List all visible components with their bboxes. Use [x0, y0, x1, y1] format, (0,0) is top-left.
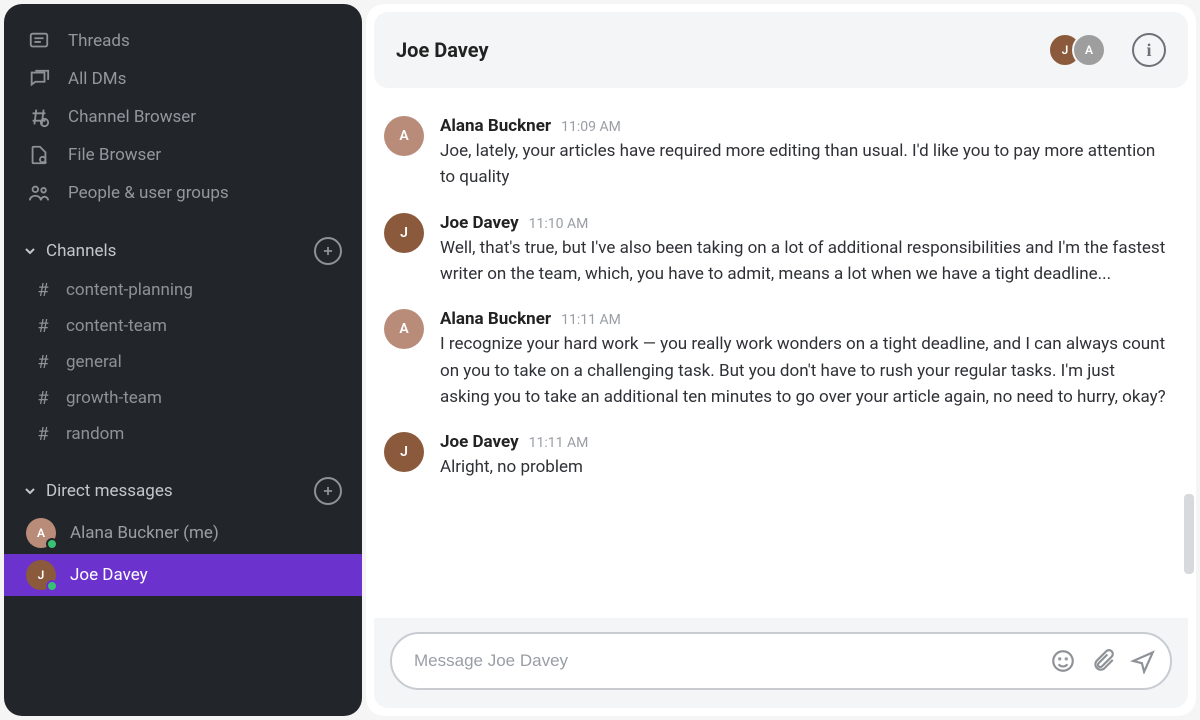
dms-section-header: Direct messages — [4, 470, 362, 512]
chat-title[interactable]: Joe Davey — [396, 38, 489, 62]
hash-icon: # — [34, 316, 52, 337]
channel-label: general — [66, 352, 122, 372]
message: A Alana Buckner 11:09 AM Joe, lately, yo… — [384, 108, 1168, 205]
channel-random[interactable]: # random — [4, 416, 362, 452]
avatar: A — [1072, 33, 1106, 67]
paperclip-icon — [1090, 648, 1116, 674]
all-dms-icon — [28, 68, 50, 90]
nav-label: All DMs — [68, 69, 126, 89]
channel-content-planning[interactable]: # content-planning — [4, 272, 362, 308]
hash-icon: # — [34, 388, 52, 409]
avatar[interactable]: J — [384, 213, 424, 253]
send-icon — [1130, 648, 1156, 674]
channel-content-team[interactable]: # content-team — [4, 308, 362, 344]
message-author[interactable]: Alana Buckner — [440, 116, 551, 136]
channels-toggle[interactable]: Channels — [22, 241, 116, 261]
channel-growth-team[interactable]: # growth-team — [4, 380, 362, 416]
hash-icon: # — [34, 424, 52, 445]
message-text: I recognize your hard work — you really … — [440, 331, 1168, 410]
channel-general[interactable]: # general — [4, 344, 362, 380]
dm-alana-buckner[interactable]: A Alana Buckner (me) — [4, 512, 362, 554]
chevron-down-icon — [22, 243, 38, 259]
dm-label: Alana Buckner (me) — [70, 523, 219, 543]
message-author[interactable]: Joe Davey — [440, 432, 519, 452]
dms-toggle[interactable]: Direct messages — [22, 481, 173, 501]
emoji-button[interactable] — [1050, 648, 1076, 674]
message: A Alana Buckner 11:11 AM I recognize you… — [384, 301, 1168, 424]
message-time: 11:09 AM — [561, 119, 621, 135]
message-time: 11:10 AM — [529, 216, 589, 232]
avatar[interactable]: A — [384, 116, 424, 156]
scrollbar-thumb[interactable] — [1184, 494, 1194, 574]
nav-label: Channel Browser — [68, 107, 196, 127]
nav-channel-browser[interactable]: Channel Browser — [4, 98, 362, 136]
message-list[interactable]: A Alana Buckner 11:09 AM Joe, lately, yo… — [366, 88, 1196, 618]
avatar: A — [26, 518, 56, 548]
channel-browser-icon — [28, 106, 50, 128]
nav-threads[interactable]: Threads — [4, 22, 362, 60]
presence-indicator — [46, 580, 58, 592]
dm-label: Joe Davey — [70, 565, 148, 585]
attach-button[interactable] — [1090, 648, 1116, 674]
nav-label: Threads — [68, 31, 130, 51]
main-panel: Joe Davey J A i A Alana Buckner 11:09 AM… — [366, 4, 1196, 716]
hash-icon: # — [34, 280, 52, 301]
people-icon — [28, 182, 50, 204]
dms-header-label: Direct messages — [46, 481, 173, 501]
nav-people[interactable]: People & user groups — [4, 174, 362, 212]
participants-avatars[interactable]: J A — [1048, 33, 1106, 67]
dm-joe-davey[interactable]: J Joe Davey — [4, 554, 362, 596]
chevron-down-icon — [22, 483, 38, 499]
file-browser-icon — [28, 144, 50, 166]
composer[interactable] — [390, 632, 1172, 690]
channels-section-header: Channels — [4, 230, 362, 272]
emoji-icon — [1050, 648, 1076, 674]
info-button[interactable]: i — [1132, 33, 1166, 67]
message-time: 11:11 AM — [561, 312, 621, 328]
message: J Joe Davey 11:11 AM Alright, no problem — [384, 424, 1168, 494]
channel-label: growth-team — [66, 388, 162, 408]
send-button[interactable] — [1130, 648, 1156, 674]
message-author[interactable]: Alana Buckner — [440, 309, 551, 329]
hash-icon: # — [34, 352, 52, 373]
message-author[interactable]: Joe Davey — [440, 213, 519, 233]
sidebar: Threads All DMs Channel Browser File Bro… — [4, 4, 362, 716]
message-input[interactable] — [414, 651, 1050, 671]
channel-label: random — [66, 424, 124, 444]
chat-header: Joe Davey J A i — [374, 12, 1188, 88]
message-text: Alright, no problem — [440, 454, 1168, 480]
avatar[interactable]: J — [384, 432, 424, 472]
add-channel-button[interactable] — [314, 237, 342, 265]
message-time: 11:11 AM — [529, 435, 589, 451]
avatar[interactable]: A — [384, 309, 424, 349]
message-text: Well, that's true, but I've also been ta… — [440, 235, 1168, 288]
message: J Joe Davey 11:10 AM Well, that's true, … — [384, 205, 1168, 302]
composer-area — [374, 618, 1188, 708]
presence-indicator — [46, 538, 58, 550]
info-icon: i — [1146, 40, 1151, 61]
threads-icon — [28, 30, 50, 52]
nav-label: File Browser — [68, 145, 161, 165]
add-dm-button[interactable] — [314, 477, 342, 505]
nav-file-browser[interactable]: File Browser — [4, 136, 362, 174]
nav-all-dms[interactable]: All DMs — [4, 60, 362, 98]
channel-label: content-team — [66, 316, 167, 336]
nav-label: People & user groups — [68, 183, 229, 203]
channels-header-label: Channels — [46, 241, 116, 261]
avatar: J — [26, 560, 56, 590]
channel-label: content-planning — [66, 280, 193, 300]
message-text: Joe, lately, your articles have required… — [440, 138, 1168, 191]
